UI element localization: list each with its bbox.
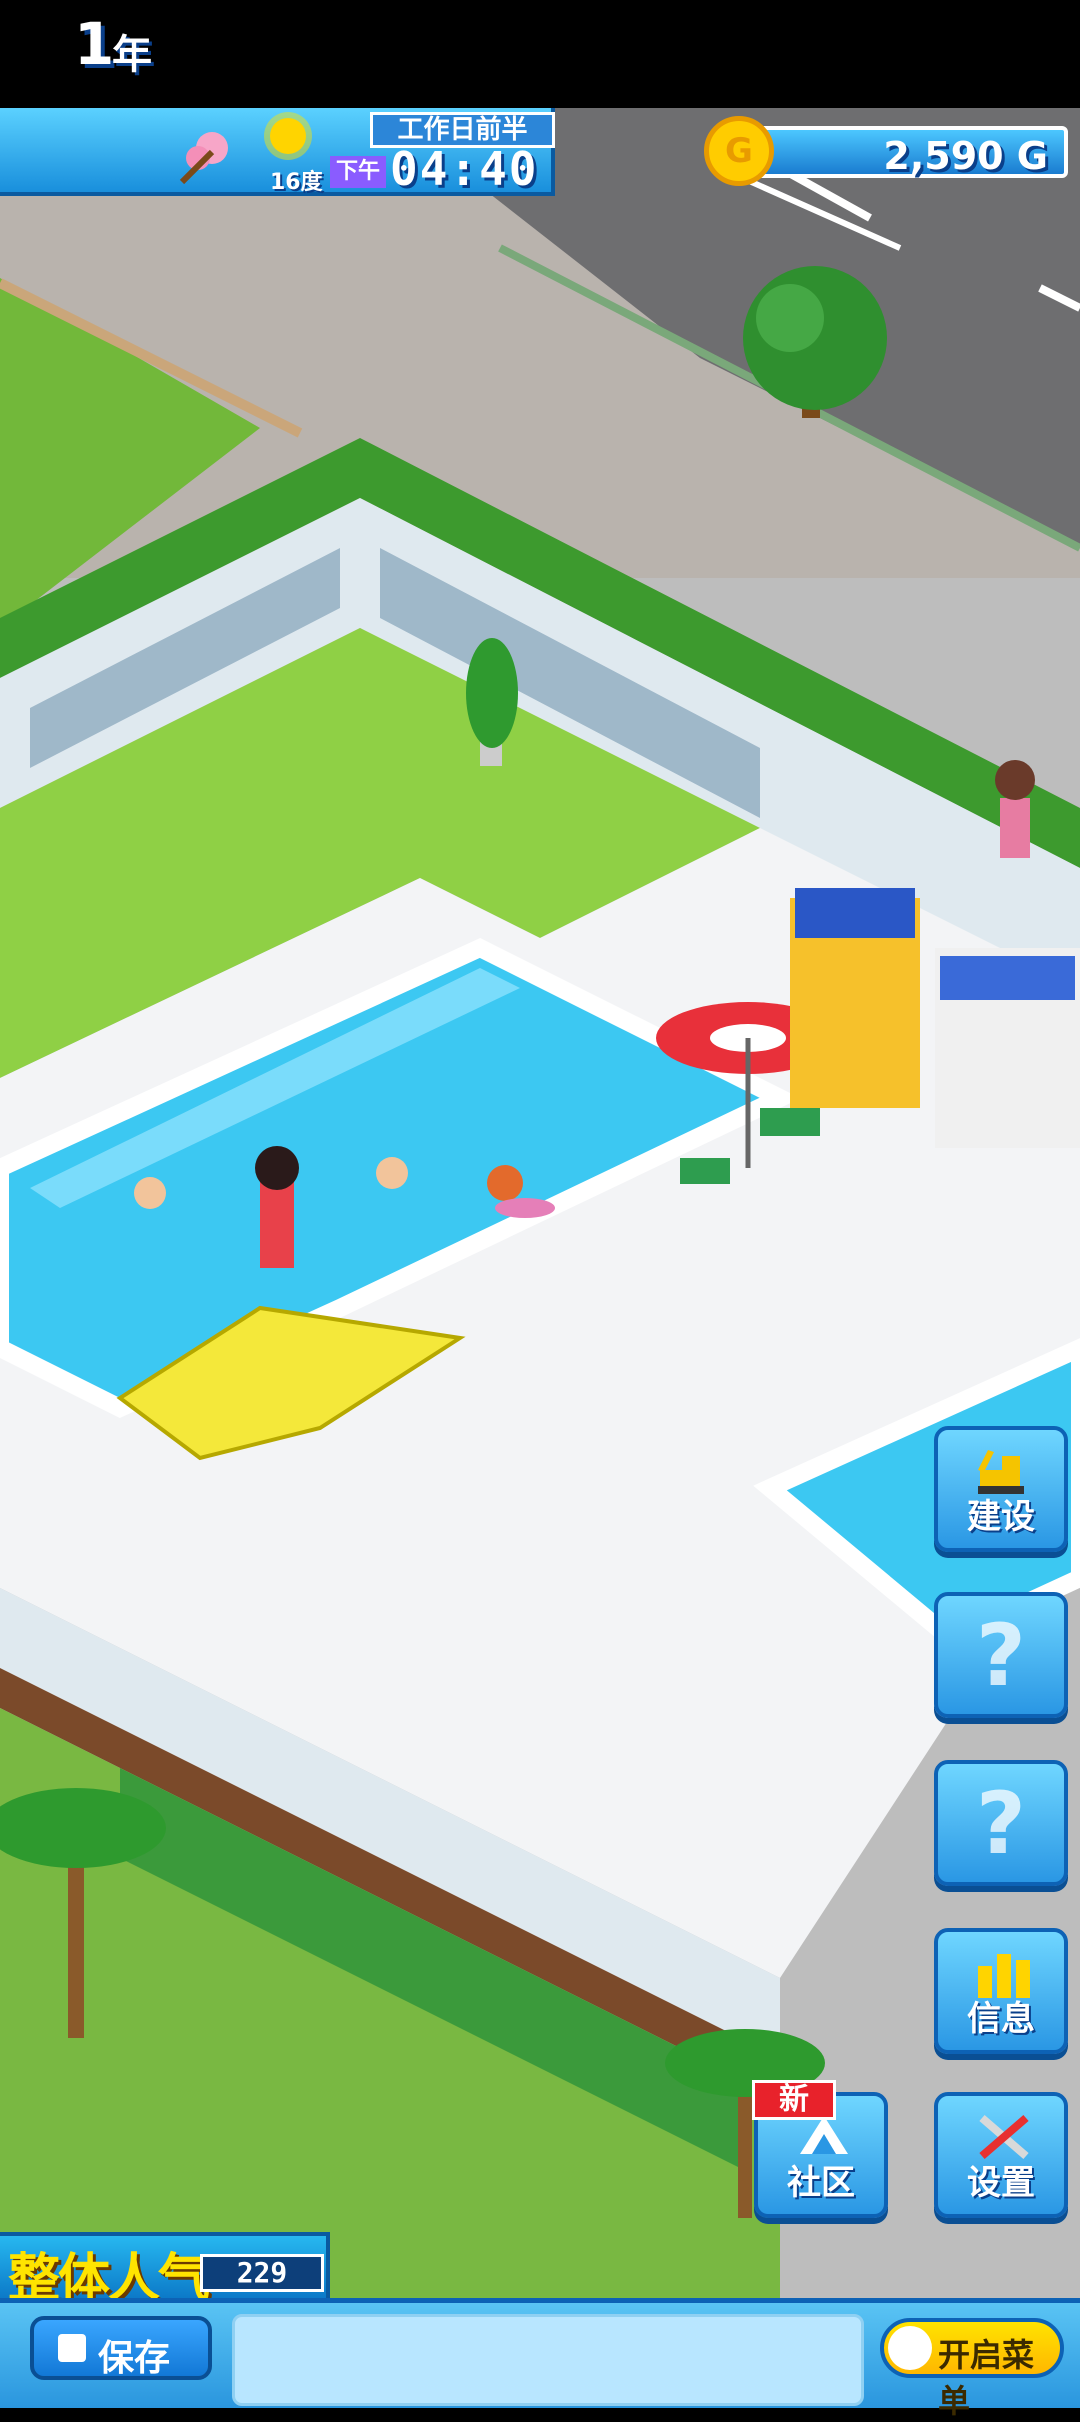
popularity-value: 229	[200, 2254, 324, 2292]
visitor-walking	[1000, 798, 1030, 858]
lounge-chair-1	[680, 1158, 730, 1184]
question-mark-icon: ?	[976, 1606, 1026, 1706]
settings-button[interactable]: 设置	[934, 2092, 1068, 2218]
toggle-knob	[888, 2326, 932, 2370]
gold-coin-icon: G	[704, 116, 774, 186]
girl-on-slide	[260, 1178, 294, 1268]
money-panel: 2,590 G	[740, 126, 1068, 178]
build-button[interactable]: 建设	[934, 1426, 1068, 1552]
status-bar	[0, 0, 1080, 108]
year-label: 年	[112, 32, 152, 78]
message-box	[232, 2314, 864, 2406]
swimmer-1	[487, 1165, 523, 1201]
pool-scene[interactable]	[0, 108, 1080, 2298]
new-badge: 新	[752, 2080, 836, 2120]
lounge-chair-2	[760, 1108, 820, 1136]
question-mark-icon: ?	[976, 1774, 1026, 1874]
save-button[interactable]: 保存	[30, 2316, 212, 2380]
temperature: 16度	[270, 170, 323, 195]
save-label: 保存	[98, 2338, 171, 2379]
locked-button-2[interactable]: ?	[934, 1760, 1068, 1886]
open-menu-label: 开启菜单	[938, 2336, 1035, 2420]
open-menu-toggle[interactable]: 开启菜单	[880, 2318, 1064, 2420]
potted-plant	[466, 638, 518, 748]
build-label: 建设	[967, 1497, 1035, 1537]
settings-label: 设置	[967, 2163, 1035, 2203]
money-value: 2,590 G	[883, 134, 1048, 178]
year-number: 1	[74, 10, 115, 78]
info-label: 信息	[967, 1999, 1035, 2039]
swimmer-3	[376, 1157, 408, 1189]
game-scene[interactable]	[0, 108, 1080, 2298]
am-pm-label: 下午	[330, 156, 386, 188]
game-clock: 04:40	[390, 142, 539, 196]
cherry-blossom-icon	[179, 132, 228, 185]
locked-button-1[interactable]: ?	[934, 1592, 1068, 1718]
community-label: 社区	[787, 2163, 855, 2203]
edit-note-icon	[58, 2334, 86, 2362]
swimmer-2	[134, 1177, 166, 1209]
sun-weather-icon	[270, 118, 306, 154]
info-button[interactable]: 信息	[934, 1928, 1068, 2054]
